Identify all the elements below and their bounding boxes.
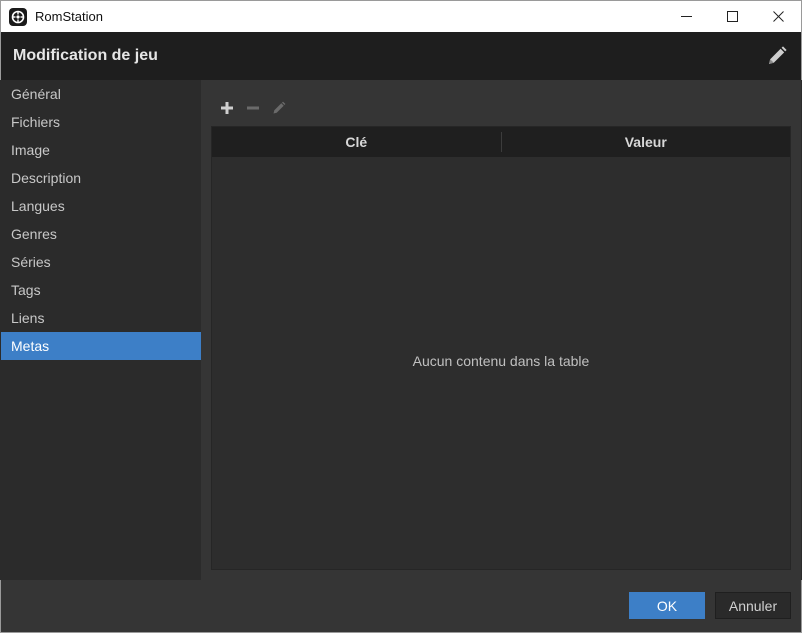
table-empty-message: Aucun contenu dans la table <box>412 353 590 369</box>
table-toolbar <box>217 98 289 118</box>
romstation-logo-icon <box>9 7 27 26</box>
table-header: Clé Valeur <box>212 127 790 157</box>
sidebar-item-image[interactable]: Image <box>1 136 201 164</box>
column-header-cle[interactable]: Clé <box>212 132 502 152</box>
close-icon <box>772 11 784 22</box>
sidebar-nav: Général Fichiers Image Description Langu… <box>1 80 201 580</box>
dialog-title: Modification de jeu <box>13 47 158 64</box>
close-button[interactable] <box>755 1 801 33</box>
sidebar-item-metas[interactable]: Metas <box>1 332 201 360</box>
sidebar-item-description[interactable]: Description <box>1 164 201 192</box>
sidebar-item-langues[interactable]: Langues <box>1 192 201 220</box>
sidebar-item-label: Image <box>11 142 50 158</box>
sidebar-item-tags[interactable]: Tags <box>1 276 201 304</box>
ok-button[interactable]: OK <box>629 592 705 619</box>
pencil-icon <box>273 101 286 114</box>
sidebar-item-label: Genres <box>11 226 57 242</box>
sidebar-item-label: Général <box>11 86 61 102</box>
metas-panel: Clé Valeur Aucun contenu dans la table <box>201 80 801 580</box>
sidebar-item-label: Liens <box>11 310 45 326</box>
dialog-header: Modification de jeu <box>0 32 802 80</box>
edit-meta-button[interactable] <box>269 98 289 118</box>
minimize-button[interactable] <box>663 1 709 33</box>
sidebar-item-genres[interactable]: Genres <box>1 220 201 248</box>
sidebar-item-label: Tags <box>11 282 41 298</box>
window-titlebar: RomStation <box>0 0 802 32</box>
sidebar-item-series[interactable]: Séries <box>1 248 201 276</box>
remove-meta-button[interactable] <box>243 98 263 118</box>
sidebar-item-label: Fichiers <box>11 114 61 130</box>
sidebar-item-general[interactable]: Général <box>1 80 201 108</box>
sidebar-item-label: Description <box>11 170 82 186</box>
column-header-valeur[interactable]: Valeur <box>502 132 791 152</box>
plus-icon <box>221 102 233 114</box>
sidebar-item-label: Langues <box>11 198 65 214</box>
cancel-button[interactable]: Annuler <box>715 592 791 619</box>
pencil-icon <box>769 46 787 64</box>
sidebar-item-fichiers[interactable]: Fichiers <box>1 108 201 136</box>
window-controls <box>663 1 801 33</box>
add-meta-button[interactable] <box>217 98 237 118</box>
maximize-icon <box>726 11 738 22</box>
minus-icon <box>247 106 259 110</box>
edit-game-button[interactable] <box>765 44 789 68</box>
dialog-footer: OK Annuler <box>0 580 802 633</box>
metas-table: Clé Valeur Aucun contenu dans la table <box>211 126 791 570</box>
sidebar-item-label: Metas <box>11 338 50 354</box>
minimize-icon <box>680 16 692 17</box>
window-title: RomStation <box>35 9 103 24</box>
sidebar-item-liens[interactable]: Liens <box>1 304 201 332</box>
maximize-button[interactable] <box>709 1 755 33</box>
sidebar-item-label: Séries <box>11 254 51 270</box>
